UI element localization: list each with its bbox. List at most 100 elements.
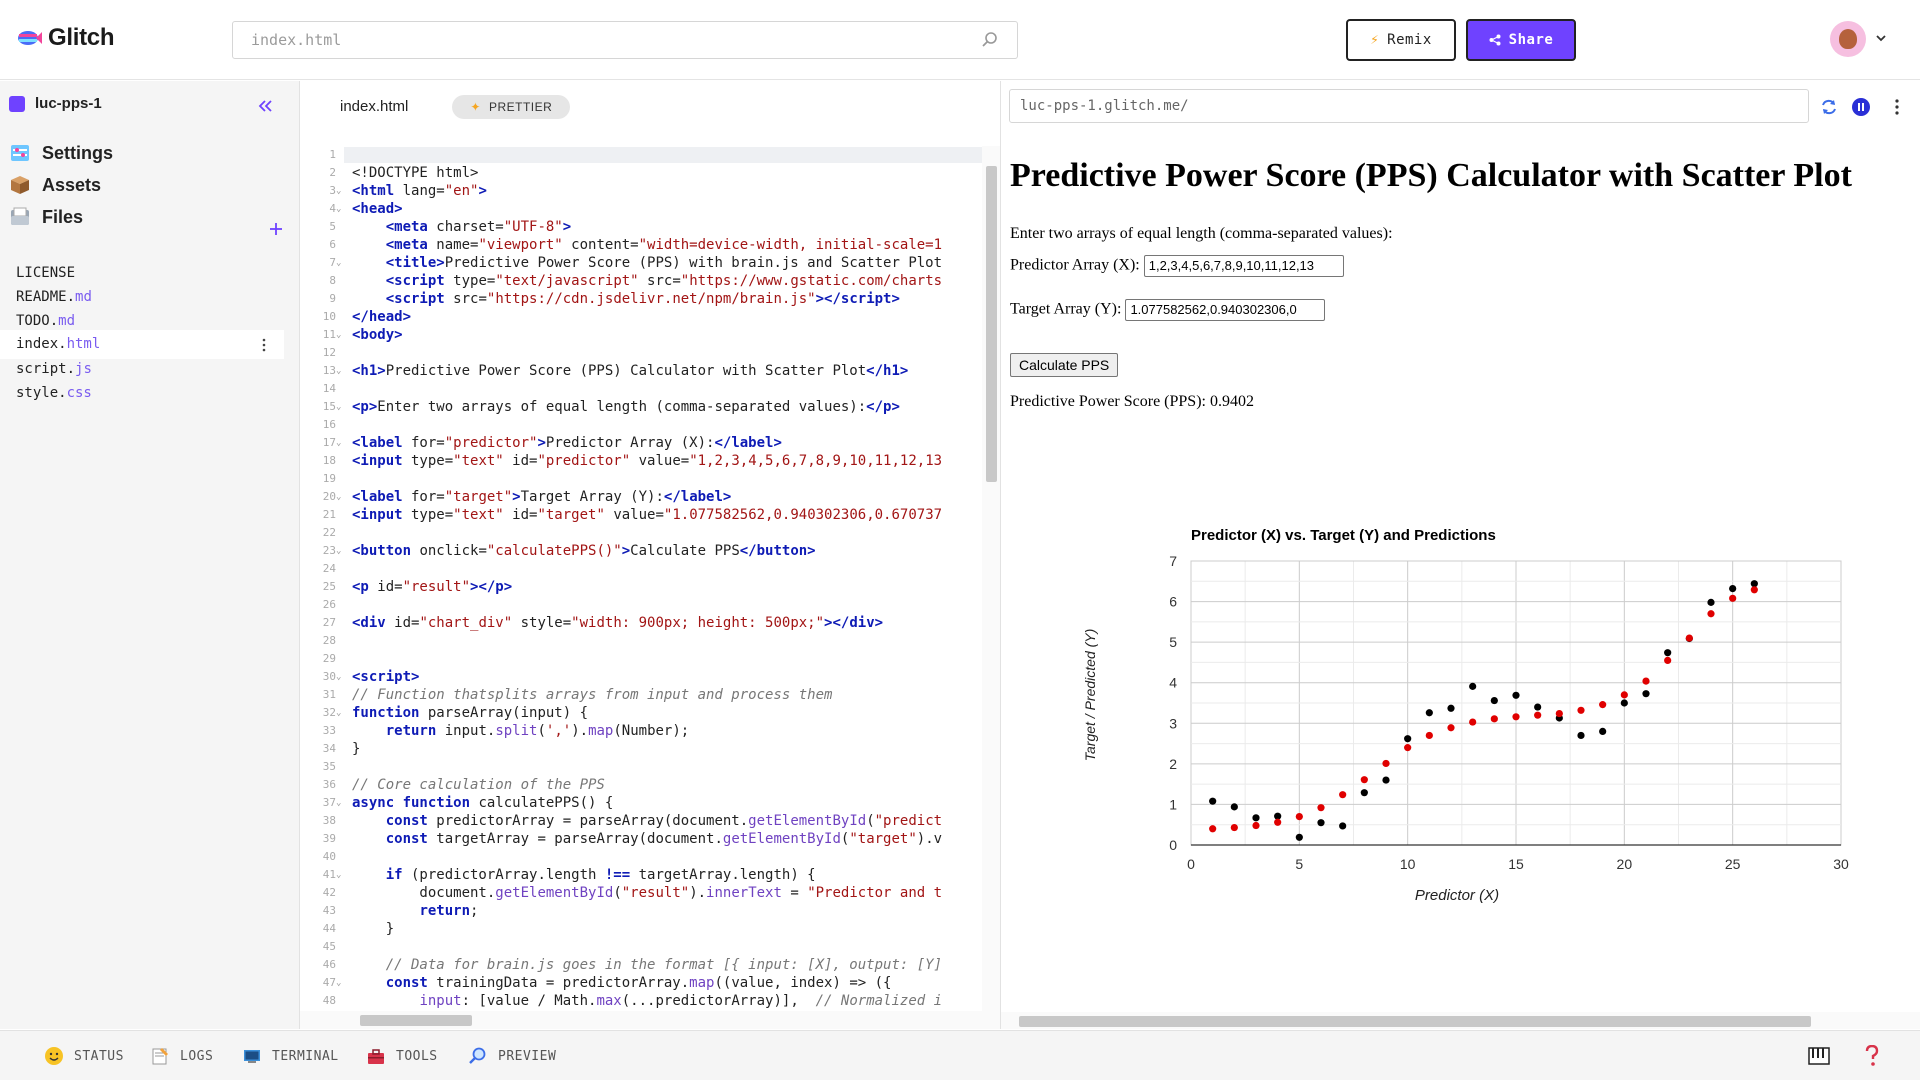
editor-horizontal-scrollbar[interactable] bbox=[300, 1011, 1000, 1029]
preview-url-input[interactable]: luc-pps-1.glitch.me/ bbox=[1009, 89, 1809, 123]
x-axis-label: Predictor (X) bbox=[1415, 887, 1499, 904]
toolbox-icon bbox=[368, 1049, 384, 1064]
file-options-icon[interactable] bbox=[262, 338, 266, 352]
pause-icon[interactable] bbox=[1851, 97, 1871, 117]
x-tick-label: 10 bbox=[1400, 856, 1416, 872]
line-number: 4 bbox=[329, 202, 336, 215]
fold-toggle-icon[interactable]: ⌄ bbox=[336, 542, 344, 560]
line-number: 6 bbox=[329, 238, 336, 251]
prettier-button[interactable]: ✦ PRETTIER bbox=[452, 95, 571, 119]
fold-toggle-icon[interactable]: ⌄ bbox=[336, 200, 344, 218]
line-number: 11 bbox=[322, 328, 336, 341]
status-button[interactable]: STATUS bbox=[44, 1046, 124, 1066]
sidebar-item-assets[interactable]: Assets bbox=[8, 173, 101, 197]
prediction-point bbox=[1664, 656, 1672, 664]
target-point bbox=[1339, 822, 1347, 830]
code-area[interactable]: 1 2 3 ⌄ 4 ⌄ 5 6 7 ⌄ 8 9 10 11 ⌄ 12 13 ⌄ 14 15 ⌄ 16 17 ⌄ 18 19 20 ⌄ 2… bbox=[300, 146, 1000, 1011]
logs-button[interactable]: LOGS bbox=[150, 1046, 213, 1066]
y-tick-label: 5 bbox=[1169, 634, 1177, 650]
fold-toggle-icon[interactable]: ⌄ bbox=[336, 974, 344, 992]
prediction-point bbox=[1750, 586, 1758, 594]
target-input[interactable]: 1.077582562,0.940302306,0 bbox=[1125, 299, 1326, 321]
fold-toggle-icon[interactable]: ⌄ bbox=[336, 704, 344, 722]
line-number: 2 bbox=[329, 166, 336, 179]
search-input-value[interactable]: index.html bbox=[251, 31, 981, 49]
intro-text: Enter two arrays of equal length (comma-… bbox=[1010, 225, 1393, 242]
file-ext: css bbox=[66, 385, 92, 401]
fold-toggle-icon[interactable]: ⌄ bbox=[336, 866, 344, 884]
fold-toggle-icon[interactable]: ⌄ bbox=[336, 182, 344, 200]
fold-toggle-icon[interactable]: ⌄ bbox=[336, 434, 344, 452]
preview-button[interactable]: PREVIEW bbox=[468, 1046, 556, 1066]
user-avatar[interactable] bbox=[1830, 21, 1866, 57]
remix-label: Remix bbox=[1387, 32, 1432, 48]
refresh-icon[interactable] bbox=[1819, 97, 1839, 117]
code-line: <meta charset="UTF-8"> bbox=[385, 219, 572, 235]
target-point bbox=[1360, 789, 1368, 797]
y-tick-label: 7 bbox=[1169, 553, 1177, 569]
glitch-logo[interactable]: Glitch bbox=[16, 24, 115, 52]
fold-toggle-icon[interactable]: ⌄ bbox=[336, 326, 344, 344]
prediction-point bbox=[1469, 718, 1477, 726]
chart-title: Predictor (X) vs. Target (Y) and Predict… bbox=[1191, 527, 1496, 544]
code-line: } bbox=[352, 921, 395, 937]
share-button[interactable]: Share bbox=[1466, 19, 1576, 61]
scrollbar-thumb[interactable] bbox=[1019, 1016, 1811, 1027]
target-point bbox=[1404, 735, 1412, 743]
line-number: 24 bbox=[322, 562, 336, 575]
predictor-input[interactable]: 1,2,3,4,5,6,7,8,9,10,11,12,13 bbox=[1143, 255, 1344, 277]
collapse-sidebar-icon[interactable] bbox=[256, 97, 274, 115]
line-number: 37 bbox=[322, 796, 336, 809]
chevron-down-icon[interactable] bbox=[1874, 31, 1888, 45]
file-item-style[interactable]: style.css bbox=[16, 379, 300, 408]
line-number: 13 bbox=[322, 364, 336, 377]
target-point bbox=[1664, 649, 1672, 657]
project-name-button[interactable]: luc-pps-1 bbox=[9, 95, 102, 112]
sidebar-item-settings[interactable]: Settings bbox=[8, 141, 113, 165]
fold-toggle-icon[interactable]: ⌄ bbox=[336, 398, 344, 416]
search-input[interactable]: index.html bbox=[232, 21, 1018, 59]
scrollbar-thumb[interactable] bbox=[986, 166, 997, 482]
code-line: <script type="text/javascript" src="http… bbox=[385, 273, 943, 289]
target-point bbox=[1534, 703, 1542, 711]
target-label: Target Array (Y): bbox=[1010, 300, 1122, 318]
fold-toggle-icon[interactable]: ⌄ bbox=[336, 488, 344, 506]
code-editor: index.html ✦ PRETTIER 1 2 3 ⌄ 4 ⌄ 5 6 7 ⌄ 8 9 10 11 ⌄ 1… bbox=[300, 81, 1000, 1029]
fold-toggle-icon[interactable]: ⌄ bbox=[336, 254, 344, 272]
line-number: 15 bbox=[322, 400, 336, 413]
more-options-icon[interactable] bbox=[1887, 97, 1907, 117]
editor-vertical-scrollbar[interactable] bbox=[982, 146, 1000, 1011]
prediction-point bbox=[1642, 677, 1650, 685]
help-icon[interactable] bbox=[1864, 1045, 1880, 1067]
remix-button[interactable]: ⚡ Remix bbox=[1346, 19, 1456, 61]
logs-label: LOGS bbox=[180, 1048, 214, 1064]
preview-horizontal-scrollbar[interactable] bbox=[1001, 1012, 1920, 1029]
prediction-point bbox=[1490, 715, 1498, 723]
code-line: return; bbox=[419, 903, 479, 919]
add-file-icon[interactable] bbox=[268, 221, 284, 237]
fold-toggle-icon[interactable]: ⌄ bbox=[336, 794, 344, 812]
prettier-label: PRETTIER bbox=[488, 100, 553, 114]
share-label: Share bbox=[1508, 32, 1554, 48]
tools-button[interactable]: TOOLS bbox=[366, 1046, 438, 1066]
target-point bbox=[1707, 598, 1715, 606]
code-line: } bbox=[352, 741, 361, 757]
tab-index-html[interactable]: index.html bbox=[316, 81, 433, 133]
tab-label: index.html bbox=[340, 97, 409, 115]
line-number: 44 bbox=[322, 922, 336, 935]
calculate-pps-button[interactable]: Calculate PPS bbox=[1010, 353, 1119, 377]
code-line: function parseArray(input) { bbox=[352, 705, 589, 721]
sidebar-item-files[interactable]: Files bbox=[8, 205, 83, 229]
terminal-button[interactable]: TERMINAL bbox=[242, 1046, 339, 1066]
keyboard-icon[interactable] bbox=[1808, 1046, 1830, 1066]
fold-toggle-icon[interactable]: ⌄ bbox=[336, 362, 344, 380]
prediction-point bbox=[1707, 610, 1715, 618]
search-icon[interactable] bbox=[981, 31, 999, 49]
target-point bbox=[1252, 814, 1260, 822]
project-name: luc-pps-1 bbox=[35, 95, 102, 112]
target-point bbox=[1295, 833, 1303, 841]
file-name: TODO. bbox=[16, 313, 59, 329]
fold-toggle-icon[interactable]: ⌄ bbox=[336, 668, 344, 686]
target-point bbox=[1620, 699, 1628, 707]
scrollbar-thumb[interactable] bbox=[360, 1015, 472, 1026]
